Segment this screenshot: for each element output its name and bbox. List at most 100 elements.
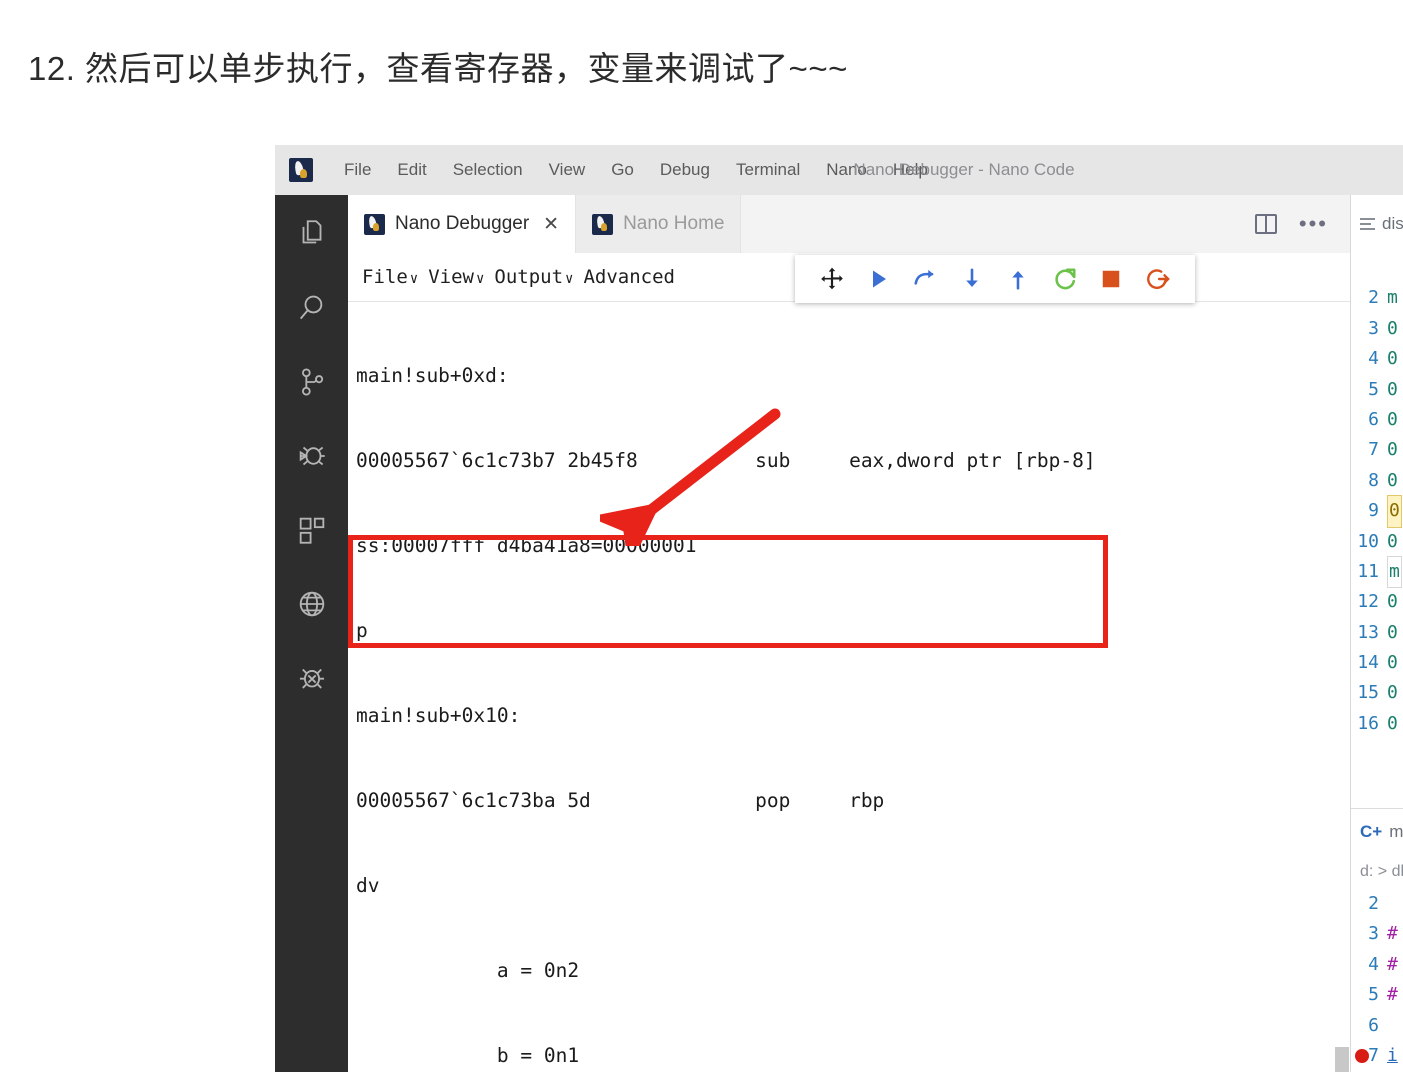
right-editor-group: disasse 2m 30 40 50 60 70 80 90 100 11m …: [1350, 195, 1403, 1072]
disassembly-code[interactable]: 2m 30 40 50 60 70 80 90 10 0 11 m 12 0 13 0 …: [1351, 253, 1403, 808]
tab-nano-home[interactable]: Nano Home: [576, 195, 742, 253]
tab-label: Nano Debugger: [395, 213, 530, 234]
tab-nano-debugger[interactable]: Nano Debugger ✕: [348, 195, 577, 253]
source-code[interactable]: 2 3# 4# 5# 6 7i 8 9 10: [1351, 889, 1403, 1072]
extensions-icon[interactable]: [289, 507, 335, 553]
console-line-var-b: b = 0n1: [356, 1044, 580, 1067]
debugger-menu-view[interactable]: View ∨: [422, 266, 488, 288]
line-number: 3: [1368, 923, 1379, 945]
tab-disassembly[interactable]: disasse: [1351, 195, 1403, 253]
tab-label: Nano Home: [623, 213, 725, 234]
line-number: 5: [1368, 378, 1379, 400]
menu-item-selection[interactable]: Selection: [440, 156, 536, 184]
console-line: ss:00007fff`d4ba41a8=00000001: [356, 534, 697, 557]
code-line: 4 #: [1351, 950, 1403, 980]
menu-item-debug[interactable]: Debug: [647, 156, 723, 184]
tab-strip-filler: [741, 195, 1233, 253]
tab-label: disasse: [1382, 214, 1403, 233]
debug-toolbar: [795, 255, 1195, 303]
line-number: 15: [1357, 682, 1379, 704]
code-line: 14 0: [1351, 648, 1403, 678]
activity-bar: [275, 195, 348, 1072]
code-line: 12 0: [1351, 587, 1403, 617]
menu-item-edit[interactable]: Edit: [384, 156, 439, 184]
code-token: 0: [1387, 621, 1398, 643]
code-line: 16 0: [1351, 709, 1403, 739]
more-actions-icon[interactable]: •••: [1299, 213, 1328, 235]
code-line-breakpoint: 7i: [1351, 1041, 1403, 1071]
console-line: main!sub+0x10:: [356, 704, 521, 727]
code-token-highlighted: 0: [1387, 495, 1402, 528]
code-token: m: [1387, 287, 1398, 309]
line-number: 11: [1357, 560, 1379, 582]
console-line-dv: dv: [356, 874, 380, 897]
step-over-icon[interactable]: [902, 256, 949, 302]
disconnect-icon[interactable]: [1135, 256, 1182, 302]
console-line: p: [356, 619, 368, 642]
menu-item-go[interactable]: Go: [598, 156, 647, 184]
code-line: 40: [1351, 344, 1403, 374]
close-icon[interactable]: ✕: [543, 213, 559, 236]
code-line: 80: [1351, 466, 1403, 496]
line-number: 6: [1368, 408, 1379, 430]
menu-item-view[interactable]: View: [536, 156, 599, 184]
code-token: 0: [1387, 348, 1398, 370]
console-scrollbar[interactable]: [1335, 1047, 1349, 1072]
nano-rocket-icon: [289, 158, 313, 182]
menu-item-nano[interactable]: Nano: [813, 156, 880, 184]
line-number: 9: [1368, 500, 1379, 522]
debugger-menu-advanced[interactable]: Advanced: [577, 266, 679, 288]
menu-item-help[interactable]: Help: [880, 156, 941, 184]
code-line: 11 m: [1351, 555, 1403, 589]
menu-item-terminal[interactable]: Terminal: [723, 156, 813, 184]
run-and-debug-icon[interactable]: [289, 433, 335, 479]
tab-label: main.cp: [1389, 822, 1403, 841]
cpp-file-icon: C+: [1360, 822, 1383, 841]
code-line: 6: [1351, 1011, 1403, 1041]
code-token: 0: [1387, 712, 1398, 734]
line-number: 4: [1368, 953, 1379, 975]
code-line: 50: [1351, 375, 1403, 405]
stop-icon[interactable]: [1088, 256, 1135, 302]
editor-column: Nano Debugger ✕ Nano Home ••• File ∨ View…: [348, 195, 1350, 1072]
code-token: 0: [1387, 652, 1398, 674]
line-number: 7: [1368, 439, 1379, 461]
menu-label: View: [428, 266, 474, 288]
code-token: #: [1387, 953, 1398, 975]
code-line: 90: [1351, 495, 1403, 528]
nano-code-window: File Edit Selection View Go Debug Termin…: [275, 145, 1403, 1072]
debugger-menu-file[interactable]: File ∨: [356, 266, 422, 288]
globe-icon[interactable]: [289, 581, 335, 627]
split-editor-icon[interactable]: [1254, 214, 1277, 234]
line-number: 2: [1368, 287, 1379, 309]
step-out-icon[interactable]: [995, 256, 1042, 302]
restart-icon[interactable]: [1042, 256, 1089, 302]
console-line-var-a: a = 0n2: [356, 959, 580, 982]
debugger-menu-output[interactable]: Output ∨: [488, 266, 577, 288]
console-line: 00005567`6c1c73ba 5d pop rbp: [356, 789, 885, 812]
code-token: 0: [1387, 530, 1398, 552]
menu-label: Output: [494, 266, 564, 288]
debug-disconnect-icon[interactable]: [289, 655, 335, 701]
tab-main-cpp[interactable]: C+ main.cp: [1351, 809, 1403, 855]
source-control-icon[interactable]: [289, 359, 335, 405]
line-number: 10: [1357, 530, 1379, 552]
breadcrumb[interactable]: d: > dbg-s: [1351, 855, 1403, 889]
drag-handle-icon[interactable]: [809, 256, 856, 302]
menu-bar: File Edit Selection View Go Debug Termin…: [331, 156, 941, 184]
chevron-down-icon: ∨: [475, 271, 485, 287]
code-token: 0: [1387, 378, 1398, 400]
line-number: 14: [1357, 652, 1379, 674]
explorer-icon[interactable]: [289, 211, 335, 257]
step-into-icon[interactable]: [949, 256, 996, 302]
search-icon[interactable]: [289, 285, 335, 331]
debug-console-output[interactable]: main!sub+0xd: 00005567`6c1c73b7 2b45f8 s…: [348, 302, 1350, 1072]
menu-label: Advanced: [583, 266, 675, 288]
code-line: 3 #: [1351, 919, 1403, 949]
continue-icon[interactable]: [856, 256, 903, 302]
slide-root: 12. 然后可以单步执行，查看寄存器，变量来调试了~~~ File Edit S…: [0, 0, 1403, 1072]
menu-item-file[interactable]: File: [331, 156, 384, 184]
code-line: 2: [1351, 889, 1403, 919]
code-line: 2m: [1351, 283, 1403, 313]
